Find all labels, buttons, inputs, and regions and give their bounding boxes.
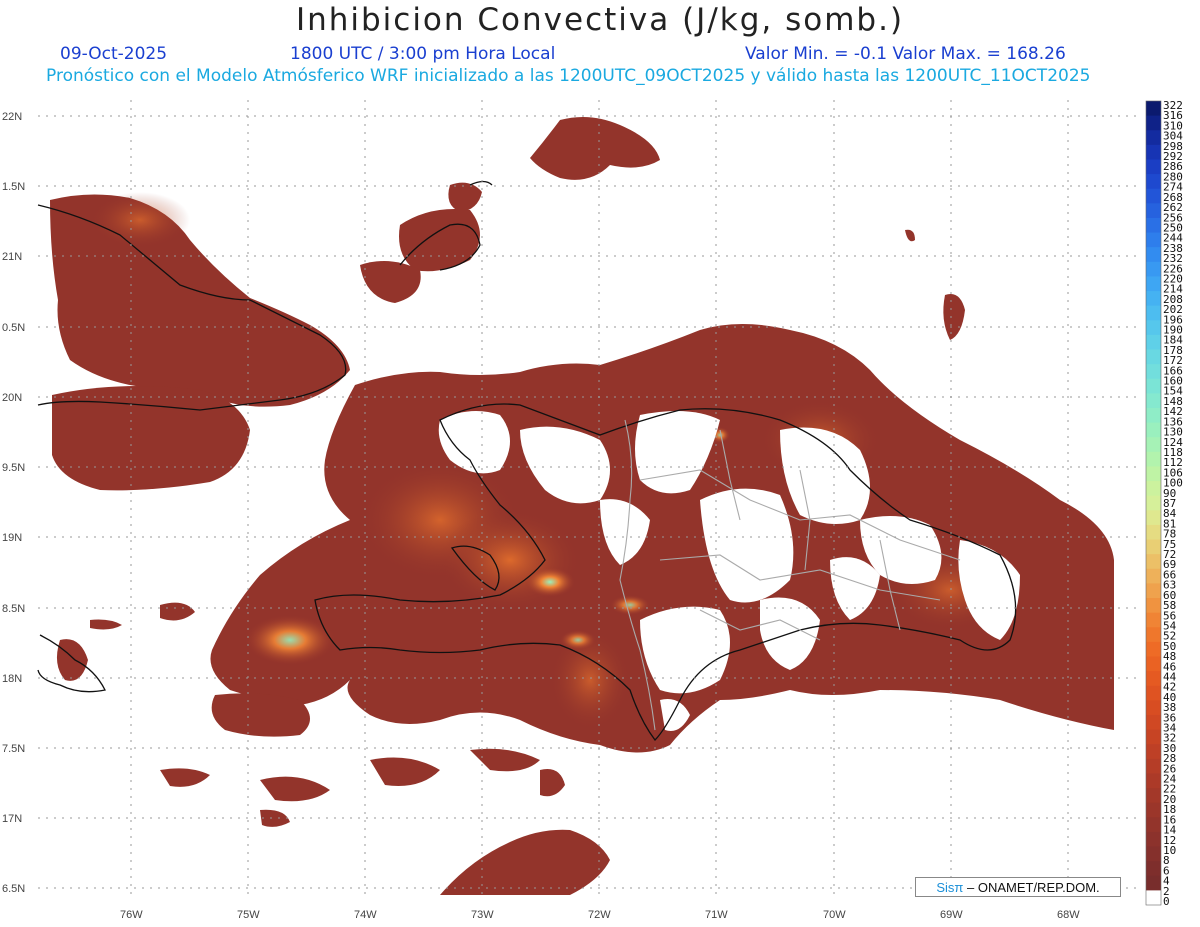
cin-map: 22N 1.5N 21N 0.5N 20N 9.5N 19N 8.5N 18N …: [2, 99, 1183, 921]
colorbar-swatch: [1146, 788, 1161, 804]
lon-label: 69W: [940, 909, 963, 921]
colorbar-swatch: [1146, 144, 1161, 160]
lon-label: 68W: [1057, 909, 1080, 921]
colorbar-swatch: [1146, 598, 1161, 614]
lat-label: 18N: [2, 673, 22, 685]
colorbar-swatch: [1146, 890, 1161, 906]
colorbar-swatch: [1146, 159, 1161, 175]
credit-box: Sisπ – ONAMET/REP.DOM.: [915, 877, 1121, 897]
colorbar-swatch: [1146, 203, 1161, 219]
colorbar-swatch: [1146, 583, 1161, 599]
lat-label: 1.5N: [2, 181, 25, 193]
colorbar-label: 0: [1163, 895, 1170, 908]
colorbar-swatch: [1146, 802, 1161, 818]
colorbar-swatch: [1146, 261, 1161, 277]
colorbar-swatch: [1146, 320, 1161, 336]
lon-label: 74W: [354, 909, 377, 921]
colorbar-swatch: [1146, 481, 1161, 497]
colorbar-swatch: [1146, 671, 1161, 687]
lon-label: 76W: [120, 909, 143, 921]
lon-label: 71W: [705, 909, 728, 921]
colorbar-swatch: [1146, 334, 1161, 351]
credit-text: – ONAMET/REP.DOM.: [966, 880, 1100, 895]
colorbar-swatch: [1146, 364, 1161, 380]
colorbar-swatch: [1146, 524, 1161, 541]
colorbar-swatch: [1146, 101, 1161, 117]
colorbar-swatch: [1146, 714, 1161, 731]
lat-label: 19N: [2, 532, 22, 544]
lat-label: 17N: [2, 813, 22, 825]
lon-label: 75W: [237, 909, 260, 921]
colorbar-swatch: [1146, 846, 1161, 862]
lat-label: 20N: [2, 392, 22, 404]
colorbar-swatch: [1146, 247, 1161, 263]
latitude-labels: 22N 1.5N 21N 0.5N 20N 9.5N 19N 8.5N 18N …: [2, 111, 25, 895]
colorbar-swatch: [1146, 554, 1161, 570]
lat-label: 21N: [2, 251, 22, 263]
colorbar-swatch: [1146, 612, 1161, 628]
colorbar-swatch: [1146, 773, 1161, 789]
colorbar-swatch: [1146, 437, 1161, 453]
colorbar-swatch: [1146, 861, 1161, 877]
colorbar-swatch: [1146, 641, 1161, 657]
colorbar-swatch: [1146, 276, 1161, 292]
lat-label: 9.5N: [2, 462, 25, 474]
colorbar-swatch: [1146, 174, 1161, 190]
colorbar-swatch: [1146, 831, 1161, 848]
colorbar-swatch: [1146, 130, 1161, 146]
colorbar-swatch: [1146, 188, 1161, 204]
colorbar-swatch: [1146, 393, 1161, 409]
colorbar-swatch: [1146, 217, 1161, 234]
colorbar-swatch: [1146, 539, 1161, 555]
colorbar-swatch: [1146, 422, 1161, 438]
colorbar-swatch: [1146, 466, 1161, 482]
sispi-logo: Sisπ: [936, 880, 964, 895]
lon-label: 72W: [588, 909, 611, 921]
colorbar: 3223163103042982922862802742682622562502…: [1145, 99, 1183, 908]
colorbar-swatch: [1146, 451, 1161, 467]
colorbar-swatch: [1146, 875, 1161, 891]
colorbar-swatch: [1146, 495, 1161, 511]
colorbar-swatch: [1146, 232, 1161, 248]
lat-label: 0.5N: [2, 322, 25, 334]
lat-label: 8.5N: [2, 603, 25, 615]
colorbar-swatch: [1146, 729, 1161, 745]
colorbar-swatch: [1146, 817, 1161, 833]
colorbar-swatch: [1146, 627, 1161, 643]
colorbar-swatch: [1146, 758, 1161, 774]
lon-label: 73W: [471, 909, 494, 921]
colorbar-swatch: [1146, 510, 1161, 526]
longitude-labels: 76W 75W 74W 73W 72W 71W 70W 69W 68W: [120, 909, 1080, 921]
lat-label: 6.5N: [2, 883, 25, 895]
lat-label: 22N: [2, 111, 22, 123]
colorbar-swatch: [1146, 378, 1161, 394]
colorbar-swatch: [1146, 305, 1161, 321]
colorbar-swatch: [1146, 656, 1161, 672]
colorbar-swatch: [1146, 685, 1161, 701]
lon-label: 70W: [823, 909, 846, 921]
colorbar-swatch: [1146, 291, 1161, 307]
colorbar-swatch: [1146, 349, 1161, 365]
colorbar-swatch: [1146, 744, 1161, 760]
colorbar-swatch: [1146, 115, 1161, 131]
colorbar-swatch: [1146, 568, 1161, 584]
lat-label: 7.5N: [2, 743, 25, 755]
colorbar-swatch: [1146, 700, 1161, 716]
colorbar-swatch: [1146, 407, 1161, 424]
